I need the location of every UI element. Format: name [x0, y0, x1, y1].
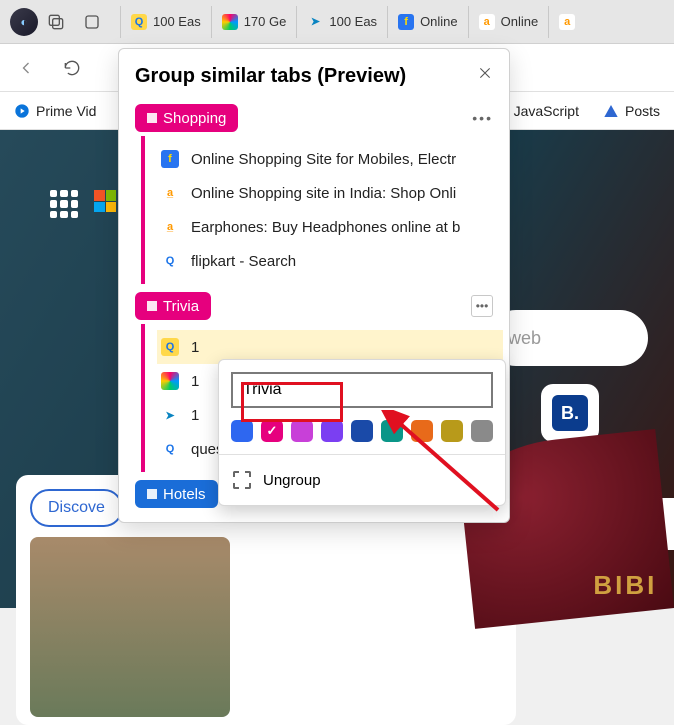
square-icon [147, 301, 157, 311]
tab[interactable]: Q100 Eas [120, 6, 211, 38]
popup-title: Group similar tabs (Preview) [135, 65, 503, 88]
grouped-tab-title: Online Shopping Site for Mobiles, Electr [191, 151, 456, 168]
amazon-icon: a̲ [161, 218, 179, 236]
square-icon [147, 113, 157, 123]
tab-actions-icon[interactable] [74, 4, 110, 40]
favorite-item[interactable]: - JavaScript [505, 103, 579, 119]
tab[interactable]: a [548, 6, 591, 38]
tab-label: Online [420, 14, 458, 29]
grouped-tab[interactable]: a̲ Earphones: Buy Headphones online at b [157, 210, 503, 244]
color-swatches [231, 420, 493, 442]
group-tablist-shopping: f Online Shopping Site for Mobiles, Elect… [141, 136, 503, 284]
ungroup-label: Ungroup [263, 472, 321, 489]
group-name: Hotels [163, 486, 206, 503]
app-launcher-icon[interactable] [50, 190, 78, 218]
flipkart-icon: f [161, 150, 179, 168]
grouped-tab-title: 1 [191, 339, 199, 356]
workspaces-icon[interactable] [38, 4, 74, 40]
square-icon [147, 489, 157, 499]
play-icon [14, 103, 30, 119]
grouped-tab-title: Online Shopping site in India: Shop Onli [191, 185, 456, 202]
color-swatch-grey[interactable] [471, 420, 493, 442]
color-swatch-blue[interactable] [231, 420, 253, 442]
group-name: Shopping [163, 110, 226, 127]
microsoft-logo-icon [94, 190, 116, 212]
tab-label: Online [501, 14, 539, 29]
favorite-label: Posts [625, 103, 660, 119]
color-swatch-orange[interactable] [411, 420, 433, 442]
tab[interactable]: aOnline [468, 6, 549, 38]
color-swatch-purple[interactable] [321, 420, 343, 442]
grouped-tab-title: Earphones: Buy Headphones online at b [191, 219, 460, 236]
booking-icon: B. [552, 395, 588, 431]
group-menu-button[interactable]: ••• [471, 295, 493, 317]
tab-label: 100 Eas [329, 14, 377, 29]
search-box[interactable]: web [488, 310, 648, 366]
favorite-label: Prime Vid [36, 103, 96, 119]
favorite-item[interactable]: Prime Vid [14, 103, 96, 119]
group-name-input[interactable] [231, 372, 493, 408]
amazon-icon: a̲ [161, 184, 179, 202]
group-chip-trivia[interactable]: Trivia [135, 292, 211, 320]
close-button[interactable] [473, 61, 497, 85]
tab[interactable]: fOnline [387, 6, 468, 38]
group-edit-flyout: Ungroup [218, 359, 506, 506]
browser-tabstrip: ◐ Q100 Eas 170 Ge ➤100 Eas fOnline aOnli… [0, 0, 674, 44]
grouped-tab[interactable]: f Online Shopping Site for Mobiles, Elect… [157, 142, 503, 176]
refresh-button[interactable] [56, 52, 88, 84]
back-button[interactable] [10, 52, 42, 84]
color-swatch-pink[interactable] [261, 420, 283, 442]
group-menu-button[interactable]: ••• [472, 110, 493, 126]
color-swatch-olive[interactable] [441, 420, 463, 442]
profile-avatar[interactable]: ◐ [10, 8, 38, 36]
favorite-label: - JavaScript [505, 103, 579, 119]
bible-text: BIBI [593, 570, 657, 601]
bing-icon: ➤ [161, 406, 179, 424]
group-name: Trivia [163, 298, 199, 315]
tab[interactable]: 170 Ge [211, 6, 297, 38]
grouped-tab-title: 1 [191, 407, 199, 424]
discover-tab[interactable]: Discove [30, 489, 123, 527]
copilot-icon [161, 372, 179, 390]
tab-label: 100 Eas [153, 14, 201, 29]
quiz-icon: Q [161, 338, 179, 356]
search-placeholder: web [508, 328, 541, 349]
tab-label: 170 Ge [244, 14, 287, 29]
grouped-tab-title: flipkart - Search [191, 253, 296, 270]
ungroup-icon [233, 471, 251, 489]
tabs-container: Q100 Eas 170 Ge ➤100 Eas fOnline aOnline… [120, 0, 591, 43]
search-icon: Q [161, 440, 179, 458]
ungroup-button[interactable]: Ungroup [231, 467, 493, 493]
grouped-tab-title: 1 [191, 373, 199, 390]
divider [219, 454, 505, 455]
group-chip-shopping[interactable]: Shopping [135, 104, 238, 132]
grouped-tab[interactable]: Qflipkart - Search [157, 244, 503, 278]
color-swatch-teal[interactable] [381, 420, 403, 442]
grouped-tab[interactable]: a̲ Online Shopping site in India: Shop On… [157, 176, 503, 210]
color-swatch-navy[interactable] [351, 420, 373, 442]
triangle-icon [603, 103, 619, 119]
feed-card-image[interactable] [30, 537, 230, 717]
tab[interactable]: ➤100 Eas [296, 6, 387, 38]
search-icon: Q [161, 252, 179, 270]
favorite-item[interactable]: Posts [603, 103, 660, 119]
color-swatch-magenta[interactable] [291, 420, 313, 442]
group-chip-hotels[interactable]: Hotels [135, 480, 218, 508]
